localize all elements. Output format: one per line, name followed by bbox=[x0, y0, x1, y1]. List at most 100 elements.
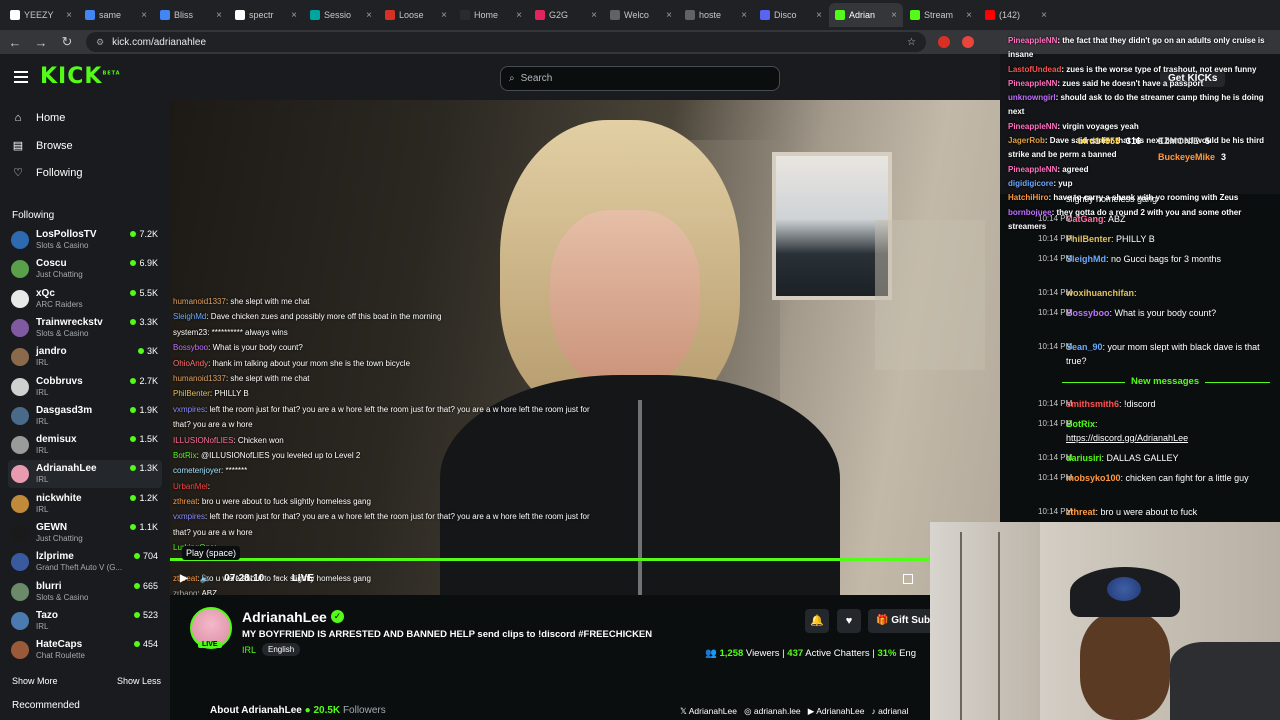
chat-user[interactable]: PineappleNN bbox=[1008, 36, 1057, 45]
chat-user[interactable]: Bossyboo bbox=[1066, 308, 1110, 318]
browser-tab[interactable]: Welco × bbox=[604, 3, 678, 27]
channel-name: Dasgasd3m bbox=[36, 404, 93, 416]
channel-avatar bbox=[11, 524, 29, 542]
social-link-youtube[interactable]: AdrianahLee bbox=[816, 706, 864, 716]
site-info-icon[interactable]: ⚙ bbox=[96, 37, 104, 48]
sidebar-channel[interactable]: AdrianahLee IRL 1.3K bbox=[8, 460, 162, 489]
sidebar-channel[interactable]: jandro IRL 3K bbox=[8, 343, 162, 371]
tab-close-icon[interactable]: × bbox=[666, 10, 672, 21]
tab-close-icon[interactable]: × bbox=[216, 10, 222, 21]
chat-user[interactable]: PineappleNN bbox=[1008, 122, 1057, 131]
chat-user[interactable]: digidigicore bbox=[1008, 179, 1053, 188]
chat-user[interactable]: LastofUndead bbox=[1008, 65, 1061, 74]
browser-tab[interactable]: Adrian × bbox=[829, 3, 903, 27]
kick-logo[interactable]: KICKBETA bbox=[40, 64, 121, 89]
extension-icon[interactable] bbox=[938, 36, 950, 48]
sidebar-channel[interactable]: xQc ARC Raiders 5.5K bbox=[8, 285, 162, 313]
sidebar-item-home[interactable]: ⌂ Home bbox=[12, 112, 66, 124]
top-gifter[interactable]: bird14555 316 bbox=[1078, 136, 1141, 146]
top-gifter[interactable]: BuckeyeMike 3 bbox=[1158, 152, 1226, 162]
sidebar-channel[interactable]: lzlprime Grand Theft Auto V (G... 704 bbox=[8, 548, 162, 576]
browser-tab[interactable]: Stream × bbox=[904, 3, 978, 27]
chat-message: 10:14 PM Sean_90: your mom slept with bla… bbox=[1038, 340, 1274, 368]
picture-in-picture-icon[interactable] bbox=[903, 574, 913, 584]
show-less-button[interactable]: Show Less bbox=[117, 676, 161, 686]
back-icon[interactable]: ← bbox=[8, 35, 22, 50]
sidebar-channel[interactable]: LosPollosTV Slots & Casino 7.2K bbox=[8, 226, 162, 254]
chat-user[interactable]: HatchiHiro bbox=[1008, 193, 1048, 202]
gift-sub-button[interactable]: 🎁 Gift Sub bbox=[868, 609, 938, 633]
tab-close-icon[interactable]: × bbox=[741, 10, 747, 21]
chat-user[interactable]: PhilBenter bbox=[1066, 234, 1111, 244]
chat-user[interactable]: woxihuanchifan bbox=[1066, 288, 1134, 298]
sidebar-channel[interactable]: Tazo IRL 523 bbox=[8, 607, 162, 635]
reload-icon[interactable]: ↻ bbox=[60, 34, 74, 50]
hamburger-menu-icon[interactable] bbox=[14, 71, 28, 86]
video-player[interactable]: humanoid1337: she slept with me chat Slei… bbox=[170, 100, 1000, 595]
sidebar-channel[interactable]: Trainwreckstv Slots & Casino 3.3K bbox=[8, 314, 162, 342]
social-link-x[interactable]: AdrianahLee bbox=[689, 706, 737, 716]
social-link-tiktok[interactable]: adrianal bbox=[878, 706, 908, 716]
tab-close-icon[interactable]: × bbox=[966, 10, 972, 21]
sidebar-item-following[interactable]: ♡ Following bbox=[12, 166, 82, 180]
chatters-count: 437 bbox=[787, 648, 804, 659]
tab-close-icon[interactable]: × bbox=[141, 10, 147, 21]
browser-tab[interactable]: hoste × bbox=[679, 3, 753, 27]
channel-name: demisux bbox=[36, 434, 77, 446]
language-tag[interactable]: English bbox=[262, 643, 301, 656]
cap-logo bbox=[1107, 577, 1141, 601]
browser-tab[interactable]: same × bbox=[79, 3, 153, 27]
channel-avatar bbox=[11, 465, 29, 484]
browser-tab[interactable]: (142) × bbox=[979, 3, 1053, 27]
browser-tab[interactable]: YEEZY × bbox=[4, 3, 78, 27]
chat-user[interactable]: smithsmith6 bbox=[1066, 399, 1119, 409]
browser-tab[interactable]: Loose × bbox=[379, 3, 453, 27]
search-input[interactable]: ⌕ Search bbox=[500, 66, 780, 91]
sidebar-channel[interactable]: GEWN Just Chatting 1.1K bbox=[8, 519, 162, 547]
tab-close-icon[interactable]: × bbox=[66, 10, 72, 21]
browser-tab[interactable]: Home × bbox=[454, 3, 528, 27]
chat-user[interactable]: unknowngirl bbox=[1008, 93, 1056, 102]
tab-close-icon[interactable]: × bbox=[516, 10, 522, 21]
stream-category[interactable]: IRL bbox=[242, 645, 256, 655]
tab-close-icon[interactable]: × bbox=[291, 10, 297, 21]
social-link-instagram[interactable]: adrianah.lee bbox=[754, 706, 801, 716]
chat-user[interactable]: mobsyko100 bbox=[1066, 473, 1121, 483]
tab-close-icon[interactable]: × bbox=[891, 10, 897, 21]
streamer-name[interactable]: AdrianahLee bbox=[242, 609, 327, 625]
sidebar-channel[interactable]: blurri Slots & Casino 665 bbox=[8, 578, 162, 606]
browser-tab[interactable]: Disco × bbox=[754, 3, 828, 27]
forward-icon[interactable]: → bbox=[34, 35, 48, 50]
video-progress-bar[interactable] bbox=[170, 558, 932, 561]
tab-close-icon[interactable]: × bbox=[816, 10, 822, 21]
sidebar-channel[interactable]: Cobbruvs IRL 2.7K bbox=[8, 373, 162, 401]
chat-user[interactable]: PineappleNN bbox=[1008, 79, 1057, 88]
extension-icon[interactable] bbox=[962, 36, 974, 48]
browser-tab[interactable]: Sessio × bbox=[304, 3, 378, 27]
show-more-button[interactable]: Show More bbox=[12, 676, 58, 686]
viewer-count: 1.2K bbox=[139, 492, 158, 503]
sidebar-channel[interactable]: Coscu Just Chatting 6.9K bbox=[8, 255, 162, 283]
chat-text[interactable]: https://discord.gg/AdrianahLee bbox=[1066, 433, 1188, 443]
sidebar-channel[interactable]: HateCaps Chat Roulette 454 bbox=[8, 636, 162, 664]
sidebar-channel[interactable]: nickwhite IRL 1.2K bbox=[8, 490, 162, 518]
tab-close-icon[interactable]: × bbox=[366, 10, 372, 21]
tab-close-icon[interactable]: × bbox=[591, 10, 597, 21]
chat-user[interactable]: PineappleNN bbox=[1008, 165, 1057, 174]
sidebar-item-browse[interactable]: ▤ Browse bbox=[12, 139, 73, 153]
chat-user[interactable]: JagerRob bbox=[1008, 136, 1045, 145]
volume-icon[interactable]: 🔈 bbox=[200, 573, 212, 584]
sidebar-channel[interactable]: Dasgasd3m IRL 1.9K bbox=[8, 402, 162, 430]
notification-bell-icon[interactable]: 🔔 bbox=[805, 609, 829, 633]
follow-heart-icon[interactable]: ♥ bbox=[837, 609, 861, 633]
browser-tab[interactable]: G2G × bbox=[529, 3, 603, 27]
tab-close-icon[interactable]: × bbox=[1041, 10, 1047, 21]
top-gifter[interactable]: EZMONIE 5 bbox=[1158, 136, 1210, 146]
browser-tab[interactable]: spectr × bbox=[229, 3, 303, 27]
play-icon[interactable]: ▶ bbox=[180, 573, 188, 584]
browser-tab[interactable]: Bliss × bbox=[154, 3, 228, 27]
sidebar-channel[interactable]: demisux IRL 1.5K bbox=[8, 431, 162, 459]
bookmark-star-icon[interactable]: ☆ bbox=[907, 37, 916, 48]
tab-close-icon[interactable]: × bbox=[441, 10, 447, 21]
url-field[interactable]: ⚙ kick.com/adrianahlee ☆ bbox=[86, 32, 926, 52]
